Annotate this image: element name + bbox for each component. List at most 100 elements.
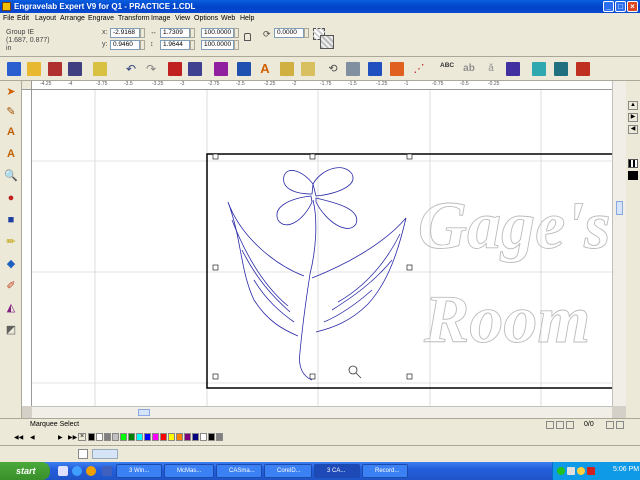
color-swatch[interactable] [104,433,111,441]
task-button-engravelab[interactable]: 3 CA... [314,464,360,478]
page-last-button[interactable] [616,421,624,429]
ellipse-tool-icon[interactable]: ● [4,191,18,205]
panel-arrow-right-icon[interactable]: ▶ [628,113,638,122]
start-button[interactable]: start [0,462,50,480]
menu-edit[interactable]: Edit [17,14,29,24]
engrave-icon[interactable] [576,62,590,76]
scale-y-spinner[interactable] [234,40,239,50]
color-swatch[interactable] [208,433,215,441]
tray-icon-2[interactable] [567,467,575,475]
task-button-mcmaster[interactable]: McMas... [164,464,214,478]
rectangle-tool-icon[interactable]: ■ [4,213,18,227]
quicklaunch-media-icon[interactable] [86,466,96,476]
color-swatch[interactable] [128,433,135,441]
save-icon[interactable] [48,62,62,76]
no-color-swatch[interactable]: × [78,433,86,441]
color-swatch[interactable] [176,433,183,441]
width-spinner[interactable] [190,28,195,38]
color-swatch[interactable] [192,433,199,441]
quicklaunch-app-icon[interactable] [102,466,112,476]
minimize-button[interactable]: _ [603,1,614,12]
pattern-icon[interactable] [320,35,334,49]
redo-icon[interactable]: ↷ [144,62,158,76]
symbols-icon[interactable] [506,62,520,76]
artistic-text-icon[interactable]: A [4,147,18,161]
text-line-2[interactable]: Room [423,281,591,358]
text-style-icon[interactable]: ǎ [484,62,498,76]
menu-view[interactable]: View [175,14,190,24]
palette-next-icon[interactable]: ▶ [58,434,63,441]
color-swatch[interactable] [216,433,223,441]
page-add-button[interactable] [566,421,574,429]
task-button-casmate[interactable]: CASma... [216,464,262,478]
color-swatch[interactable] [160,433,167,441]
width-field[interactable]: 1.7309 [160,28,190,38]
black-swatch[interactable] [628,171,638,180]
distribute-icon[interactable] [301,62,315,76]
menu-options[interactable]: Options [194,14,218,24]
x-spinner[interactable] [140,28,145,38]
contour-icon[interactable] [390,62,404,76]
align-icon[interactable] [280,62,294,76]
menu-arrange[interactable]: Arrange [60,14,85,24]
menu-image[interactable]: Image [151,14,170,24]
pen-tool-icon[interactable]: ✏ [4,235,18,249]
fill-tool-icon[interactable]: ◆ [4,257,18,271]
page-prev-button[interactable] [556,421,564,429]
group-icon[interactable] [237,62,251,76]
quicklaunch-ie-icon[interactable] [72,466,82,476]
color-swatch[interactable] [112,433,119,441]
text-line-1[interactable]: Gage's [418,187,612,264]
scale-y-field[interactable]: 100.0000 [201,40,234,50]
text-fit-icon[interactable]: ab [462,62,476,76]
paste-icon[interactable] [214,62,228,76]
outline-tool-icon[interactable]: ✐ [4,279,18,293]
text-tool-icon[interactable]: A [4,125,18,139]
tray-icon-1[interactable] [557,467,565,475]
nodes-icon[interactable]: ⋰ [412,62,426,76]
rotation-spinner[interactable] [304,28,309,38]
menu-layout[interactable]: Layout [35,14,56,24]
horizontal-scroll-thumb[interactable] [138,409,150,416]
text-tool-icon[interactable]: A [258,62,272,76]
cut-icon[interactable] [168,62,182,76]
zoom-tool-icon[interactable]: 🔍 [4,169,18,183]
shape-tool-icon[interactable]: ✎ [4,105,18,119]
color-swatch[interactable] [168,433,175,441]
menu-file[interactable]: File [3,14,14,24]
color-swatch[interactable] [120,433,127,441]
transform-tool-icon[interactable]: ◭ [4,301,18,315]
palette-left-icon[interactable]: ◀◀ [14,434,23,441]
page-next-button[interactable] [606,421,614,429]
color-swatch[interactable] [136,433,143,441]
color-swatch[interactable] [96,433,103,441]
copy-icon[interactable] [188,62,202,76]
color-swatch[interactable] [144,433,151,441]
rotary-icon[interactable] [554,62,568,76]
tray-icon-4[interactable] [587,467,595,475]
panel-arrow-up-icon[interactable]: ▲ [628,101,638,110]
menu-web[interactable]: Web [221,14,235,24]
y-spinner[interactable] [140,40,145,50]
menu-help[interactable]: Help [240,14,254,24]
new-icon[interactable] [7,62,21,76]
task-button-recorder[interactable]: Record... [362,464,408,478]
menu-engrave[interactable]: Engrave [88,14,114,24]
break-icon[interactable] [368,62,382,76]
vertical-scrollbar[interactable] [612,81,626,406]
print-icon[interactable] [93,62,107,76]
undo-icon[interactable]: ↶ [124,62,138,76]
quicklaunch-desktop-icon[interactable] [58,466,68,476]
import-icon[interactable] [68,62,82,76]
spell-check-icon[interactable]: ABC [440,62,454,76]
open-icon[interactable] [27,62,41,76]
task-button-windows[interactable]: 3 Win... [116,464,162,478]
height-spinner[interactable] [190,40,195,50]
tray-icon-3[interactable] [577,467,585,475]
maximize-button[interactable]: □ [615,1,626,12]
color-swatch[interactable] [88,433,95,441]
combine-icon[interactable] [346,62,360,76]
ruler-corner[interactable] [22,81,32,90]
page-first-button[interactable] [546,421,554,429]
menu-transform[interactable]: Transform [118,14,150,24]
